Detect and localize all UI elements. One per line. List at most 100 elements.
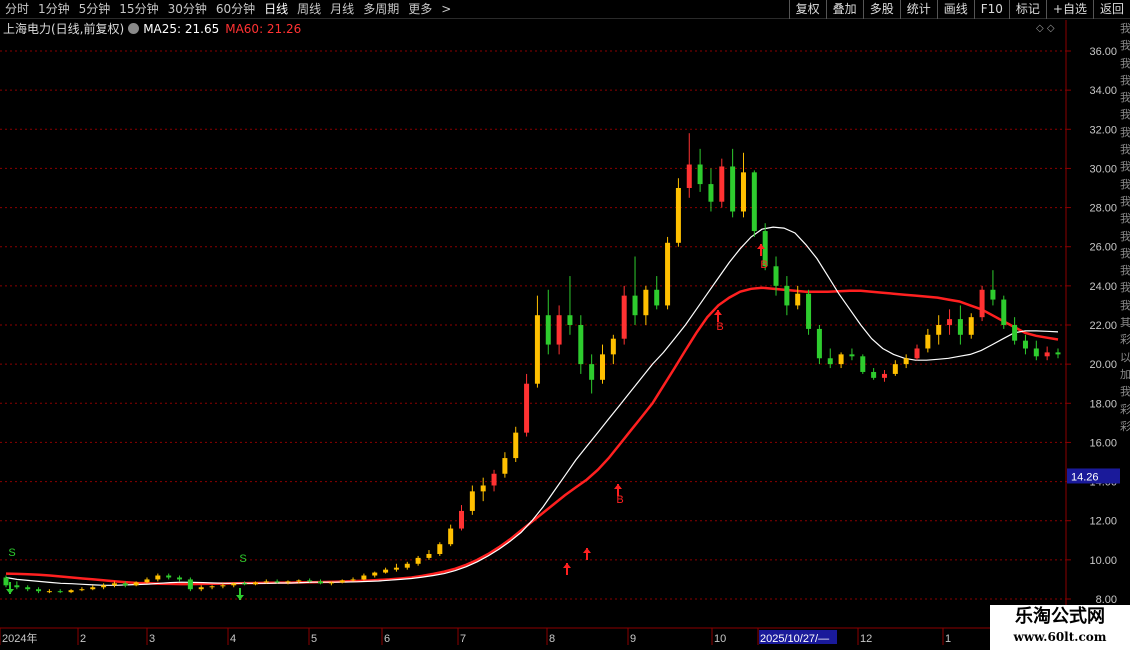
- candle-body: [166, 575, 172, 578]
- side-strip-char: 我: [1120, 264, 1130, 278]
- candle: [101, 583, 107, 590]
- candle-body: [220, 585, 226, 587]
- candle-body: [393, 567, 399, 570]
- candle-body: [871, 371, 877, 378]
- toolbar-button-6[interactable]: 标记: [1008, 0, 1046, 19]
- candle-body: [1055, 352, 1061, 355]
- period-tab-7[interactable]: 周线: [292, 0, 325, 19]
- ma60-line: [5, 286, 1059, 586]
- candle: [665, 236, 671, 310]
- candle: [816, 325, 822, 365]
- period-tab-9[interactable]: 多周期: [358, 0, 403, 19]
- side-strip-char: 我: [1120, 73, 1130, 87]
- toolbar-button-8[interactable]: 返回: [1092, 0, 1130, 19]
- candle-body: [383, 569, 389, 573]
- candle: [404, 561, 410, 570]
- candle-body: [925, 334, 931, 349]
- x-tick-label: 1: [945, 633, 951, 645]
- candle-body: [242, 583, 248, 585]
- candle: [827, 348, 833, 369]
- candle-body: [816, 328, 822, 359]
- candle-body: [252, 582, 258, 585]
- candle-body: [784, 285, 790, 306]
- candle-body: [556, 315, 562, 345]
- toolbar-button-7[interactable]: +自选: [1045, 0, 1093, 19]
- period-tab-8[interactable]: 月线: [325, 0, 358, 19]
- candle: [849, 348, 855, 361]
- candle: [719, 158, 725, 208]
- candle-body: [534, 315, 540, 384]
- period-tab-10[interactable]: 更多: [403, 0, 436, 19]
- candle: [979, 285, 985, 322]
- candle: [686, 133, 692, 198]
- signal-label: B: [760, 259, 767, 271]
- ma25-readout: MA25: 21.65: [143, 22, 220, 36]
- candle-body: [795, 293, 801, 306]
- candle-body: [296, 580, 302, 582]
- candle: [556, 305, 562, 355]
- candle-body: [654, 289, 660, 306]
- y-tick-label: 26.00: [1089, 242, 1117, 254]
- x-tick-label: 10: [714, 633, 726, 645]
- x-tick-label: 2: [80, 633, 86, 645]
- candle-body: [57, 591, 63, 593]
- candle-body: [350, 579, 356, 581]
- period-tab-4[interactable]: 30分钟: [163, 0, 211, 19]
- signal-arrow-icon: [236, 595, 244, 600]
- candle-body: [806, 293, 812, 329]
- price-chart[interactable]: S S B B B 36.00 34.00 32.00 30.00 28.00 26.00 24.0…: [0, 0, 1130, 650]
- y-tick-label: 22.00: [1089, 320, 1117, 332]
- candle-body: [751, 172, 757, 232]
- candle: [610, 334, 616, 365]
- candle: [1055, 348, 1061, 359]
- toolbar-button-3[interactable]: 统计: [899, 0, 937, 19]
- signal-arrow-icon: [583, 548, 591, 553]
- candle-body: [1022, 340, 1028, 349]
- signal-arrow-icon: [6, 589, 14, 594]
- candle-body: [827, 358, 833, 365]
- toolbar-button-1[interactable]: 叠加: [825, 0, 863, 19]
- candle: [1012, 317, 1018, 345]
- side-strip-char: 我: [1120, 281, 1130, 295]
- side-strip-char: 其: [1120, 316, 1130, 330]
- candle-body: [111, 583, 117, 586]
- settings-icon[interactable]: [128, 23, 140, 34]
- toolbar-button-4[interactable]: 画线: [936, 0, 974, 19]
- candle-body: [1012, 325, 1018, 341]
- candle-body: [957, 319, 963, 335]
- x-tick-label: 12: [860, 633, 872, 645]
- candle: [1001, 295, 1007, 329]
- period-tab-5[interactable]: 60分钟: [211, 0, 259, 19]
- signal-arrow-icon: [614, 484, 622, 489]
- candle: [198, 585, 204, 592]
- symbol-title: 上海电力(日线,前复权): [3, 22, 125, 36]
- toolbar-button-2[interactable]: 多股: [862, 0, 900, 19]
- candle-body: [838, 354, 844, 365]
- candle-body: [881, 373, 887, 378]
- x-tick-label: 5: [311, 633, 317, 645]
- chart-toggle-icons[interactable]: ◇ ◇: [1036, 20, 1055, 38]
- y-tick-label: 12.00: [1089, 516, 1117, 528]
- more-chevron-icon[interactable]: >: [436, 0, 455, 19]
- candle: [892, 360, 898, 376]
- candle-body: [513, 432, 519, 459]
- toolbar-button-5[interactable]: F10: [973, 0, 1009, 19]
- candle-body: [3, 577, 9, 586]
- candle: [599, 344, 605, 384]
- side-strip-char: 我: [1120, 143, 1130, 157]
- period-tab-3[interactable]: 15分钟: [114, 0, 162, 19]
- candle-body: [307, 580, 313, 582]
- period-tab-2[interactable]: 5分钟: [74, 0, 115, 19]
- period-tab-6[interactable]: 日线: [259, 0, 292, 19]
- candle-body: [339, 580, 345, 583]
- period-tab-0[interactable]: 分时: [0, 0, 33, 19]
- y-tick-label: 18.00: [1089, 398, 1117, 410]
- candle: [697, 148, 703, 192]
- period-tab-1[interactable]: 1分钟: [33, 0, 74, 19]
- toolbar-button-0[interactable]: 复权: [788, 0, 826, 19]
- candle: [383, 567, 389, 574]
- signal-arrow-icon: [714, 310, 722, 315]
- candle-body: [318, 581, 324, 584]
- x-tick-label: 3: [149, 633, 155, 645]
- ma60-readout: MA60: 21.26: [225, 22, 302, 36]
